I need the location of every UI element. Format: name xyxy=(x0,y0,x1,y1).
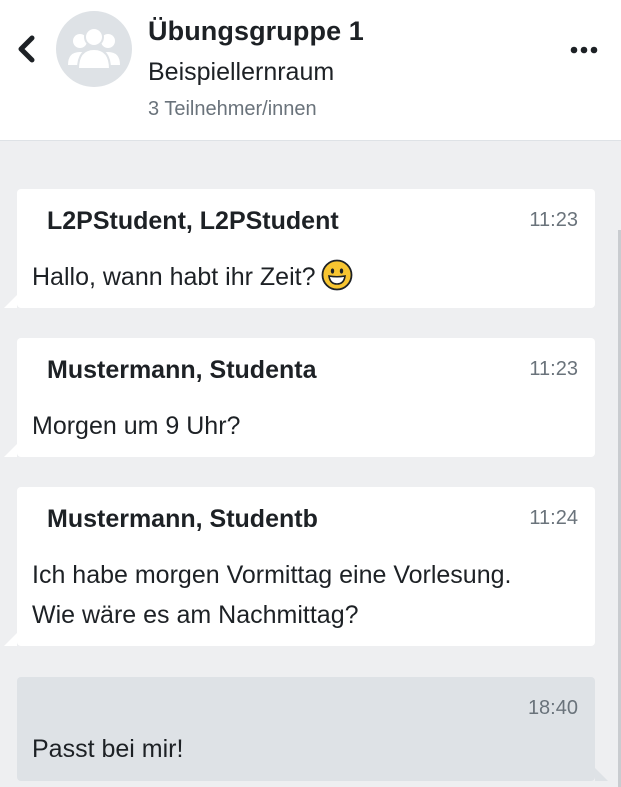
message-bubble: Mustermann, Studenta 11:23 Morgen um 9 U… xyxy=(4,338,595,457)
message-time: 11:23 xyxy=(529,358,578,380)
message-text: Hallo, wann habt ihr Zeit? xyxy=(32,257,583,297)
more-horizontal-icon xyxy=(570,46,598,54)
conversation-menu-button[interactable] xyxy=(566,36,602,64)
message-bubble: L2PStudent, L2PStudent 11:23 Hallo, wann… xyxy=(4,189,595,308)
message-time: 11:24 xyxy=(529,507,578,529)
message-text: Ich habe morgen Vormittag eine Vorlesung… xyxy=(32,555,583,635)
grinning-face-icon xyxy=(322,259,353,291)
message-sender: Mustermann, Studentb xyxy=(47,505,318,533)
message-text-content: Hallo, wann habt ihr Zeit? xyxy=(32,263,316,291)
group-icon xyxy=(68,27,120,70)
message-text: Morgen um 9 Uhr? xyxy=(32,412,241,440)
message-text-line: Wie wäre es am Nachmittag? xyxy=(32,601,359,629)
message-time: 11:23 xyxy=(529,209,578,231)
conversation-subtitle: Beispiellernraum xyxy=(148,58,335,86)
message-bubble: Mustermann, Studentb 11:24 Ich habe morg… xyxy=(4,487,595,646)
own-message-bubble: 18:40 Passt bei mir! xyxy=(17,677,608,781)
message-sender: Mustermann, Studenta xyxy=(47,356,317,384)
group-avatar xyxy=(56,11,132,87)
message-time: 18:40 xyxy=(527,697,578,719)
conversation-title: Übungsgruppe 1 xyxy=(148,16,364,46)
message-sender: L2PStudent, L2PStudent xyxy=(47,207,339,235)
back-button[interactable] xyxy=(12,32,40,66)
message-text: Passt bei mir! xyxy=(32,735,184,763)
conversation-header: Übungsgruppe 1 Beispiellernraum 3 Teilne… xyxy=(0,0,621,141)
message-text-line: Ich habe morgen Vormittag eine Vorlesung… xyxy=(32,561,512,589)
member-count: 3 Teilnehmer/innen xyxy=(148,98,317,120)
chevron-left-icon xyxy=(18,35,35,63)
